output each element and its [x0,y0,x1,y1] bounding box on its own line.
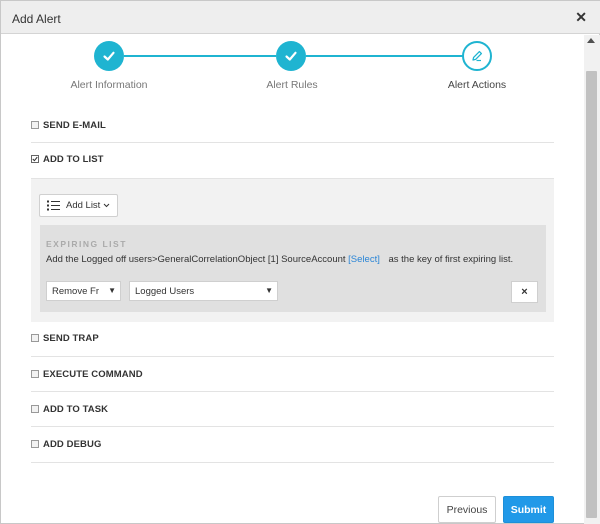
chevron-down-icon [103,203,110,208]
dropdown-arrow-icon: ▼ [265,286,273,295]
expiring-list-description: Add the Logged off users>GeneralCorrelat… [46,254,513,265]
check-icon [103,51,115,61]
add-to-task-label: ADD TO TASK [43,403,109,415]
list-select[interactable]: Logged Users ▼ [129,281,278,301]
action-add-debug: ADD DEBUG [31,437,554,463]
step-connector-1 [124,55,276,57]
send-email-checkbox[interactable] [31,121,39,129]
remove-list-button[interactable]: × [511,281,538,303]
action-add-to-task: ADD TO TASK [31,402,554,427]
execute-command-label: EXECUTE COMMAND [43,368,143,380]
send-email-label: SEND E-MAIL [43,119,106,131]
submit-button[interactable]: Submit [503,496,554,523]
step-label-alert-rules: Alert Rules [266,79,318,91]
add-list-label: Add List [66,200,101,211]
step-alert-information[interactable] [94,41,124,71]
add-to-list-checkbox[interactable] [31,155,39,163]
dialog-title: Add Alert [12,12,61,26]
scroll-up-icon[interactable] [587,38,595,43]
action-execute-command: EXECUTE COMMAND [31,367,554,392]
description-text: Add the Logged off users>GeneralCorrelat… [46,254,346,265]
add-to-list-panel: Add List EXPIRING LIST Add the Logged of… [31,178,554,322]
dropdown-arrow-icon: ▼ [108,286,116,295]
action-send-trap: SEND TRAP [31,331,554,357]
pencil-icon [472,50,483,62]
send-trap-label: SEND TRAP [43,332,99,344]
add-alert-dialog: Add Alert ✕ Alert Information Alert Rule… [0,0,600,524]
check-icon [285,51,297,61]
expiring-list-panel: EXPIRING LIST Add the Logged off users>G… [40,225,546,312]
execute-command-checkbox[interactable] [31,370,39,378]
action-send-email: SEND E-MAIL [31,118,554,143]
expiring-list-title: EXPIRING LIST [46,239,127,249]
add-to-task-checkbox[interactable] [31,405,39,413]
step-alert-actions[interactable] [462,41,492,71]
list-icon [47,200,60,211]
close-icon: × [521,286,528,298]
close-icon[interactable]: ✕ [575,10,587,24]
add-list-button[interactable]: Add List [39,194,118,217]
step-alert-rules[interactable] [276,41,306,71]
checkmark-icon [32,156,38,162]
add-debug-label: ADD DEBUG [43,438,102,450]
step-label-alert-information: Alert Information [70,79,148,91]
scrollbar-thumb[interactable] [586,71,597,518]
step-connector-2 [306,55,463,57]
operation-select-value: Remove Fr [52,285,99,297]
select-link[interactable]: [Select] [348,254,380,265]
step-label-alert-actions: Alert Actions [447,79,507,91]
description-suffix: as the key of first expiring list. [388,254,514,265]
add-to-list-label: ADD TO LIST [43,153,104,165]
action-add-to-list: ADD TO LIST [31,152,554,178]
list-select-value: Logged Users [135,285,195,297]
previous-button[interactable]: Previous [438,496,496,523]
dialog-titlebar: Add Alert ✕ [1,1,600,34]
send-trap-checkbox[interactable] [31,334,39,342]
add-debug-checkbox[interactable] [31,440,39,448]
operation-select[interactable]: Remove Fr ▼ [46,281,121,301]
